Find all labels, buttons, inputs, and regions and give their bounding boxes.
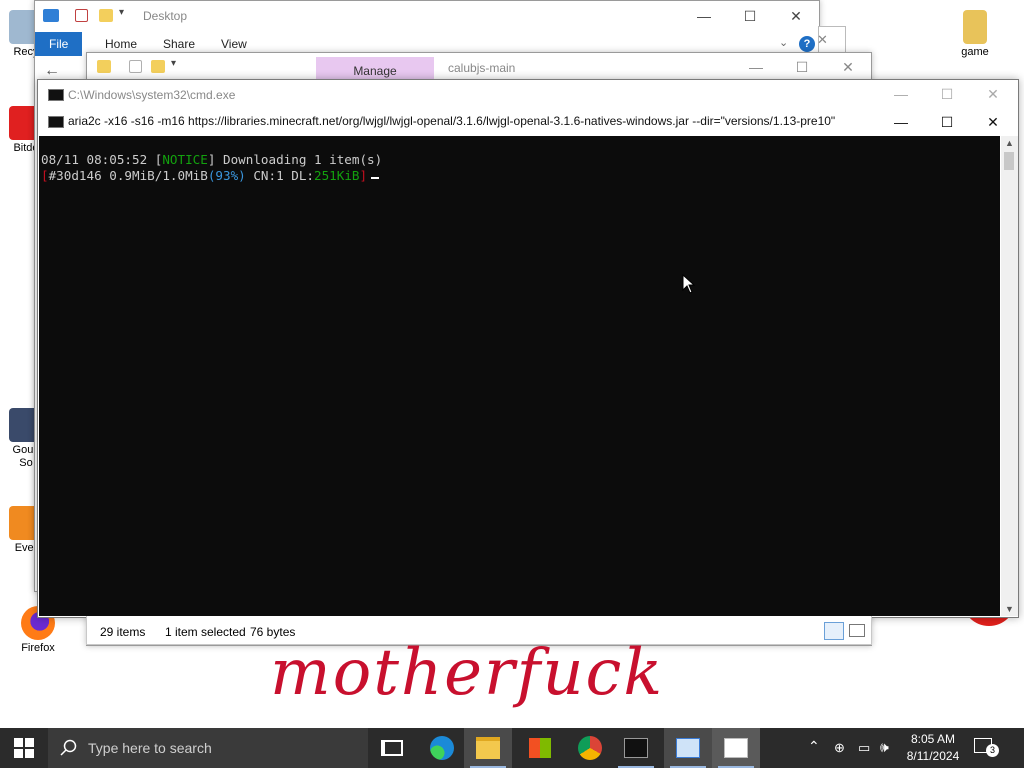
maximize-button[interactable]: ☐ xyxy=(924,80,970,108)
app-icon xyxy=(724,738,748,758)
bracket-open: [ xyxy=(41,168,49,183)
scroll-down-icon[interactable]: ▼ xyxy=(1005,604,1014,614)
log-message: ] Downloading 1 item(s) xyxy=(207,152,383,167)
console-line: [#30d146 0.9MiB/1.0MiB(93%) CN:1 DL:251K… xyxy=(41,168,380,184)
taskbar-store[interactable] xyxy=(516,728,564,768)
task-view-button[interactable] xyxy=(368,728,416,768)
maximize-button[interactable]: ☐ xyxy=(727,1,773,31)
taskbar: Type here to search ⌃ ⊕ ▭ 🕪 8:05 AM 8/11… xyxy=(0,728,1024,768)
desktop-icon-label: Firefox xyxy=(21,642,55,654)
notification-count-badge: 3 xyxy=(986,744,999,757)
desktop-icon-game[interactable]: game xyxy=(949,10,1001,59)
volume-icon[interactable]: 🕪 xyxy=(880,739,889,756)
folder-icon xyxy=(963,10,987,44)
close-button[interactable]: ✕ xyxy=(773,1,819,31)
taskbar-chrome[interactable] xyxy=(566,728,614,768)
console-line: 08/11 08:05:52 [NOTICE] Downloading 1 it… xyxy=(41,152,382,168)
properties-icon[interactable] xyxy=(129,60,142,73)
log-tag: NOTICE xyxy=(162,152,208,167)
search-icon xyxy=(60,739,77,756)
close-button[interactable]: ✕ xyxy=(970,108,1016,136)
overlay-caption: motherfuck xyxy=(270,636,665,710)
clock[interactable]: 8:05 AM 8/11/2024 xyxy=(902,731,964,765)
title-bar: ▾ Manage calubjs-main — ☐ ✕ xyxy=(87,53,871,83)
cmd-inner-title: aria2c -x16 -s16 -m16 https://libraries.… xyxy=(68,114,836,128)
chevron-down-icon[interactable]: ▾ xyxy=(171,58,176,69)
details-view-icon[interactable] xyxy=(824,622,844,640)
download-speed: 251KiB xyxy=(314,168,360,183)
task-view-icon xyxy=(381,740,403,756)
cmd-icon xyxy=(624,738,648,758)
minimize-button[interactable]: — xyxy=(878,108,924,136)
scroll-thumb[interactable] xyxy=(1004,152,1014,170)
new-folder-icon xyxy=(97,60,111,73)
minimize-button[interactable]: — xyxy=(733,53,779,81)
new-folder-icon[interactable] xyxy=(151,60,165,73)
windows-icon xyxy=(14,738,34,758)
properties-icon[interactable] xyxy=(75,9,88,22)
taskbar-file-explorer[interactable] xyxy=(464,728,512,768)
text-cursor xyxy=(371,177,380,179)
taskbar-search-box[interactable]: Type here to search xyxy=(48,728,368,768)
tab-file[interactable]: File xyxy=(35,32,83,56)
bracket-close: ] xyxy=(359,168,368,183)
notification-center-button[interactable]: 3 xyxy=(974,738,999,757)
cmd-window[interactable]: C:\Windows\system32\cmd.exe — ☐ ✕ aria2c… xyxy=(37,79,1019,618)
taskbar-edge[interactable] xyxy=(418,728,466,768)
edge-icon xyxy=(430,736,454,760)
cmd-icon xyxy=(48,89,64,101)
monitor-icon[interactable]: ▭ xyxy=(858,740,870,756)
back-arrow-icon[interactable]: ← xyxy=(44,62,60,80)
maximize-button[interactable]: ☐ xyxy=(779,53,825,81)
connections: CN:1 DL: xyxy=(245,168,314,183)
window-title: calubjs-main xyxy=(448,61,516,75)
close-icon[interactable]: ✕ xyxy=(817,32,828,48)
clock-time: 8:05 AM xyxy=(910,732,956,746)
minimize-button[interactable]: — xyxy=(681,1,727,31)
log-prefix: 08/11 08:05:52 [ xyxy=(41,152,163,167)
vertical-scrollbar[interactable]: ▲ ▼ xyxy=(1001,136,1018,616)
store-icon xyxy=(529,738,551,758)
desktop-icon-label: game xyxy=(961,46,989,58)
folder-icon xyxy=(476,737,500,759)
item-count: 29 items xyxy=(100,625,146,639)
close-button[interactable]: ✕ xyxy=(825,53,871,81)
cmd-inner-title-bar: aria2c -x16 -s16 -m16 https://libraries.… xyxy=(38,108,1018,136)
window-title: Desktop xyxy=(143,9,188,23)
large-icons-view-icon[interactable] xyxy=(849,624,865,637)
network-icon[interactable]: ⊕ xyxy=(834,740,845,756)
taskbar-cmd[interactable] xyxy=(612,728,660,768)
maximize-button[interactable]: ☐ xyxy=(924,108,970,136)
close-button[interactable]: ✕ xyxy=(970,80,1016,108)
taskbar-app[interactable] xyxy=(664,728,712,768)
explorer-icon xyxy=(43,9,59,22)
taskbar-app-2[interactable] xyxy=(712,728,760,768)
minimize-button[interactable]: — xyxy=(878,80,924,108)
progress-percent: (93%) xyxy=(207,168,246,183)
mouse-cursor-icon xyxy=(682,274,696,294)
cmd-outer-title-bar: C:\Windows\system32\cmd.exe — ☐ ✕ xyxy=(38,80,1018,109)
start-button[interactable] xyxy=(0,728,48,768)
chevron-down-icon[interactable]: ⌄ xyxy=(779,36,788,49)
help-button[interactable]: ? xyxy=(799,36,815,52)
chrome-icon xyxy=(578,736,602,760)
scroll-up-icon[interactable]: ▲ xyxy=(1005,138,1014,148)
progress-body: #30d146 0.9MiB/1.0MiB xyxy=(48,168,208,183)
cmd-outer-title: C:\Windows\system32\cmd.exe xyxy=(68,88,236,102)
app-icon xyxy=(676,738,700,758)
selection-info: 1 item selected xyxy=(165,625,246,639)
new-folder-icon[interactable] xyxy=(99,9,113,22)
chevron-up-icon[interactable]: ⌃ xyxy=(808,738,820,755)
cmd-icon xyxy=(48,116,64,128)
title-bar: ▾ Desktop — ☐ ✕ xyxy=(35,1,819,31)
clock-date: 8/11/2024 xyxy=(906,749,960,763)
chevron-down-icon[interactable]: ▾ xyxy=(119,7,124,18)
console-output[interactable]: 08/11 08:05:52 [NOTICE] Downloading 1 it… xyxy=(39,136,1000,616)
search-placeholder: Type here to search xyxy=(88,740,212,756)
